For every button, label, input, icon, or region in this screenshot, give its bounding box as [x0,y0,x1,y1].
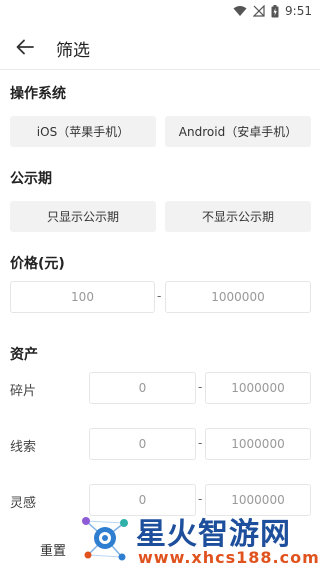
option-show-publicity-only[interactable]: 只显示公示期 [10,201,156,232]
assets-section-title: 资产 [10,347,38,363]
watermark: 星火智游网 www.xhcs188.com [78,505,320,570]
wifi-icon [233,6,247,16]
watermark-url: www.xhcs188.com [138,548,320,567]
price-range-separator: - [157,289,162,303]
app-bar: 筛选 [0,24,320,70]
reset-button[interactable]: 重置 [40,540,66,559]
option-ios[interactable]: iOS（苹果手机） [10,116,156,147]
battery-charging-icon [271,4,279,17]
option-android[interactable]: Android（安卓手机） [165,116,311,147]
asset-label-fragments: 碎片 [10,384,37,399]
os-section-title: 操作系统 [10,86,66,102]
publicity-section-title: 公示期 [10,171,52,187]
status-icons: 9:51 [233,4,312,18]
option-hide-publicity[interactable]: 不显示公示期 [165,201,311,232]
status-time: 9:51 [285,4,312,18]
no-signal-icon [253,5,265,17]
clues-max-input[interactable]: 1000000 [205,428,311,460]
arrow-left-icon [16,39,34,55]
clues-min-input[interactable]: 0 [89,428,196,460]
fragments-range-separator: - [198,380,203,394]
fragments-max-input[interactable]: 1000000 [205,372,311,404]
page-title: 筛选 [56,41,90,61]
back-button[interactable] [12,35,38,59]
filter-panel: 操作系统 iOS（苹果手机） Android（安卓手机） 公示期 只显示公示期 … [0,71,320,570]
clues-range-separator: - [198,436,203,450]
price-min-input[interactable]: 100 [10,281,155,313]
price-section-title: 价格(元) [10,256,65,272]
asset-label-inspiration: 灵感 [10,496,37,511]
price-max-input[interactable]: 1000000 [165,281,311,313]
fragments-min-input[interactable]: 0 [89,372,196,404]
asset-label-clues: 线索 [10,440,37,455]
watermark-title: 星火智游网 [136,517,291,552]
status-bar: 9:51 [0,0,320,24]
network-logo-icon [82,517,128,561]
inspiration-range-separator: - [198,492,203,506]
